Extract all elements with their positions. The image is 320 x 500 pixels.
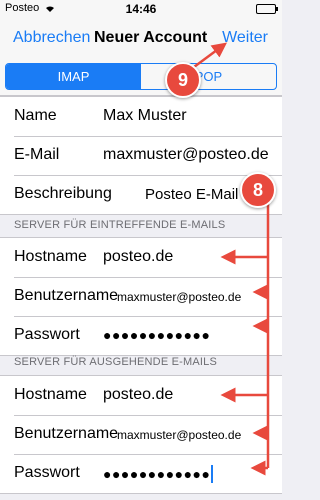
step-badge-8: 8 [240,172,276,208]
account-type-bar: IMAP POP [0,60,282,96]
incoming-hostname-field[interactable]: posteo.de [103,248,173,266]
incoming-password-label: Passwort [14,326,80,343]
description-field[interactable]: Posteo E-Mail [145,186,238,203]
outgoing-username-label: Benutzername [14,425,119,442]
text-cursor [211,465,214,483]
name-label: Name [14,107,57,124]
incoming-username-label: Benutzername [14,287,119,304]
account-type-segmented-control: IMAP POP [5,63,277,90]
incoming-hostname-row[interactable]: Hostname posteo.de [0,238,282,277]
outgoing-password-row[interactable]: Passwort ●●●●●●●●●●●● [0,454,282,493]
incoming-hostname-label: Hostname [14,248,87,265]
incoming-password-field[interactable]: ●●●●●●●●●●●● [103,327,210,343]
cancel-button[interactable]: Abbrechen [13,29,90,47]
page-title: Neuer Account [94,29,208,46]
next-button[interactable]: Weiter [222,29,268,47]
outgoing-username-row[interactable]: Benutzername maxmuster@posteo.de [0,415,282,454]
incoming-username-row[interactable]: Benutzername maxmuster@posteo.de [0,277,282,316]
incoming-section-header: SERVER FÜR EINTREFFENDE E-MAILS [14,219,226,231]
segment-imap[interactable]: IMAP [6,64,141,89]
description-label: Beschreibung [14,185,112,202]
email-row[interactable]: E-Mail maxmuster@posteo.de [0,136,282,175]
outgoing-password-label: Passwort [14,464,80,481]
outgoing-section-header: SERVER FÜR AUSGEHENDE E-MAILS [14,356,218,368]
outgoing-hostname-field[interactable]: posteo.de [103,386,173,404]
incoming-server-group: Hostname posteo.de Benutzername maxmuste… [0,237,282,356]
name-row[interactable]: Name Max Muster [0,97,282,136]
battery-icon [256,4,278,14]
outgoing-hostname-row[interactable]: Hostname posteo.de [0,376,282,415]
status-bar: Posteo 14:46 [0,0,282,18]
outgoing-hostname-label: Hostname [14,386,87,403]
step-badge-9: 9 [165,62,201,98]
navigation-bar: Abbrechen Neuer Account Weiter [0,18,282,60]
outgoing-server-group: Hostname posteo.de Benutzername maxmuste… [0,375,282,494]
segment-pop[interactable]: POP [141,64,276,89]
email-field[interactable]: maxmuster@posteo.de [103,146,269,164]
outgoing-username-field[interactable]: maxmuster@posteo.de [117,428,241,442]
incoming-username-field[interactable]: maxmuster@posteo.de [117,290,241,304]
email-label: E-Mail [14,146,60,163]
account-group: Name Max Muster E-Mail maxmuster@posteo.… [0,96,282,215]
incoming-password-row[interactable]: Passwort ●●●●●●●●●●●● [0,316,282,355]
clock: 14:46 [125,2,157,16]
name-field[interactable]: Max Muster [103,107,187,125]
outgoing-password-text: ●●●●●●●●●●●● [103,466,211,482]
outgoing-password-field[interactable]: ●●●●●●●●●●●● [103,465,214,483]
